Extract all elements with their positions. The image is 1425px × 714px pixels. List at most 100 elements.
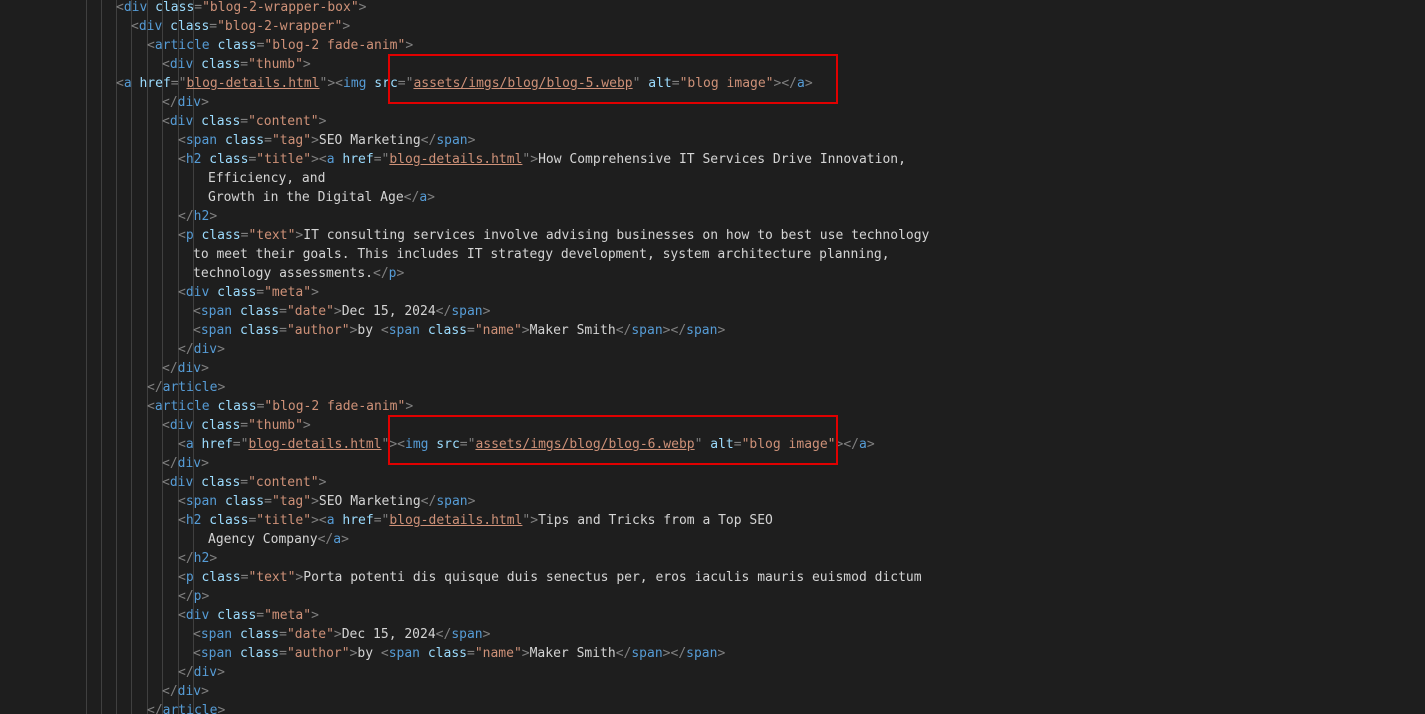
code-editor[interactable]: <div class="blog-2-wrapper-box"> <div cla…: [0, 0, 1425, 714]
code-token: blog-details.html: [389, 152, 523, 167]
code-line[interactable]: <span class="tag">SEO Marketing</span>: [178, 131, 475, 150]
code-line[interactable]: <a href="blog-details.html"><img src="as…: [178, 435, 875, 454]
code-line[interactable]: to meet their goals. This includes IT st…: [193, 245, 890, 264]
code-line[interactable]: <span class="author">by <span class="nam…: [193, 321, 725, 340]
code-token: >: [217, 380, 226, 395]
code-line[interactable]: </div>: [178, 663, 225, 682]
code-line[interactable]: </h2>: [178, 549, 217, 568]
code-token: class: [201, 513, 249, 528]
code-line[interactable]: <div class="blog-2-wrapper">: [131, 17, 350, 36]
code-line[interactable]: <h2 class="title"><a href="blog-details.…: [178, 511, 773, 530]
code-token: =: [671, 76, 680, 91]
code-token: </: [178, 342, 194, 357]
code-token: a: [185, 437, 194, 452]
code-token: h2: [193, 551, 210, 566]
code-line[interactable]: Agency Company</a>: [208, 530, 349, 549]
code-token: assets/imgs/blog/blog-6.webp: [475, 437, 695, 452]
code-token: >: [333, 304, 342, 319]
code-token: Growth in the Digital Age: [208, 190, 404, 205]
code-line[interactable]: <div class="content">: [162, 112, 326, 131]
code-line[interactable]: <span class="tag">SEO Marketing</span>: [178, 492, 475, 511]
code-line[interactable]: <article class="blog-2 fade-anim">: [147, 397, 413, 416]
code-line[interactable]: <span class="author">by <span class="nam…: [193, 644, 725, 663]
code-token: <: [193, 323, 201, 338]
code-line[interactable]: </article>: [147, 701, 225, 714]
code-line[interactable]: </article>: [147, 378, 225, 397]
code-line[interactable]: </div>: [162, 93, 209, 112]
code-token: span: [185, 494, 218, 509]
code-line[interactable]: <div class="meta">: [178, 283, 319, 302]
code-token: <: [193, 627, 201, 642]
code-token: /: [851, 437, 859, 452]
code-token: <: [178, 228, 186, 243]
code-line[interactable]: <p class="text">IT consulting services i…: [178, 226, 929, 245]
code-token: >: [333, 627, 342, 642]
code-token: >: [521, 323, 530, 338]
code-token: a: [326, 152, 335, 167]
code-token: class: [193, 570, 241, 585]
code-token: <: [178, 513, 186, 528]
code-token: span: [200, 646, 233, 661]
code-token: class: [232, 323, 280, 338]
code-line[interactable]: <div class="blog-2-wrapper-box">: [116, 0, 366, 17]
code-line[interactable]: <div class="thumb">: [162, 55, 311, 74]
code-token: Porta potenti dis quisque duis senectus …: [303, 570, 922, 585]
code-token: src: [366, 76, 398, 91]
code-line[interactable]: <div class="thumb">: [162, 416, 311, 435]
code-token: =: [240, 475, 249, 490]
code-token: img: [343, 76, 367, 91]
code-token: div: [169, 114, 194, 129]
indent-guide: [131, 0, 132, 714]
code-token: "blog-2-wrapper": [217, 19, 343, 34]
code-token: <: [178, 570, 186, 585]
code-token: "blog image": [741, 437, 836, 452]
code-token: class: [209, 399, 257, 414]
code-line[interactable]: </div>: [162, 454, 209, 473]
code-line[interactable]: <div class="meta">: [178, 606, 319, 625]
code-token: >: [662, 323, 671, 338]
code-line[interactable]: </p>: [178, 587, 209, 606]
code-token: /: [789, 76, 797, 91]
code-line[interactable]: </div>: [162, 359, 209, 378]
code-line[interactable]: <span class="date">Dec 15, 2024</span>: [193, 625, 490, 644]
code-line[interactable]: </div>: [178, 340, 225, 359]
code-token: </: [162, 684, 178, 699]
code-line[interactable]: </h2>: [178, 207, 217, 226]
code-token: div: [177, 361, 202, 376]
code-line[interactable]: <article class="blog-2 fade-anim">: [147, 36, 413, 55]
code-token: span: [686, 323, 718, 338]
code-token: <: [147, 399, 155, 414]
code-line[interactable]: <a href="blog-details.html"><img src="as…: [116, 74, 813, 93]
code-token: class: [209, 285, 257, 300]
indent-guide: [147, 0, 148, 714]
code-token: <: [178, 285, 186, 300]
code-token: p: [185, 570, 194, 585]
code-token: </: [435, 627, 452, 642]
code-line[interactable]: Efficiency, and: [208, 169, 325, 188]
code-token: div: [138, 19, 163, 34]
code-token: "date": [286, 304, 334, 319]
code-token: class: [232, 304, 280, 319]
code-token: span: [388, 323, 421, 338]
code-line[interactable]: technology assessments.</p>: [193, 264, 404, 283]
code-token: </: [373, 266, 389, 281]
code-token: >: [717, 646, 726, 661]
indent-guide: [101, 0, 102, 714]
code-token: class: [420, 323, 467, 338]
code-token: div: [169, 475, 194, 490]
code-token: <: [335, 76, 343, 91]
code-line[interactable]: </div>: [162, 682, 209, 701]
code-token: href: [193, 437, 233, 452]
code-line[interactable]: <p class="text">Porta potenti dis quisqu…: [178, 568, 922, 587]
code-token: <: [162, 57, 170, 72]
code-token: by: [357, 323, 381, 338]
code-token: =: [279, 304, 287, 319]
code-line[interactable]: Growth in the Digital Age</a>: [208, 188, 435, 207]
code-token: href: [334, 513, 374, 528]
code-token: img: [405, 437, 429, 452]
code-line[interactable]: <span class="date">Dec 15, 2024</span>: [193, 302, 490, 321]
code-token: >: [311, 513, 319, 528]
code-token: <: [397, 437, 405, 452]
code-line[interactable]: <div class="content">: [162, 473, 326, 492]
code-line[interactable]: <h2 class="title"><a href="blog-details.…: [178, 150, 906, 169]
